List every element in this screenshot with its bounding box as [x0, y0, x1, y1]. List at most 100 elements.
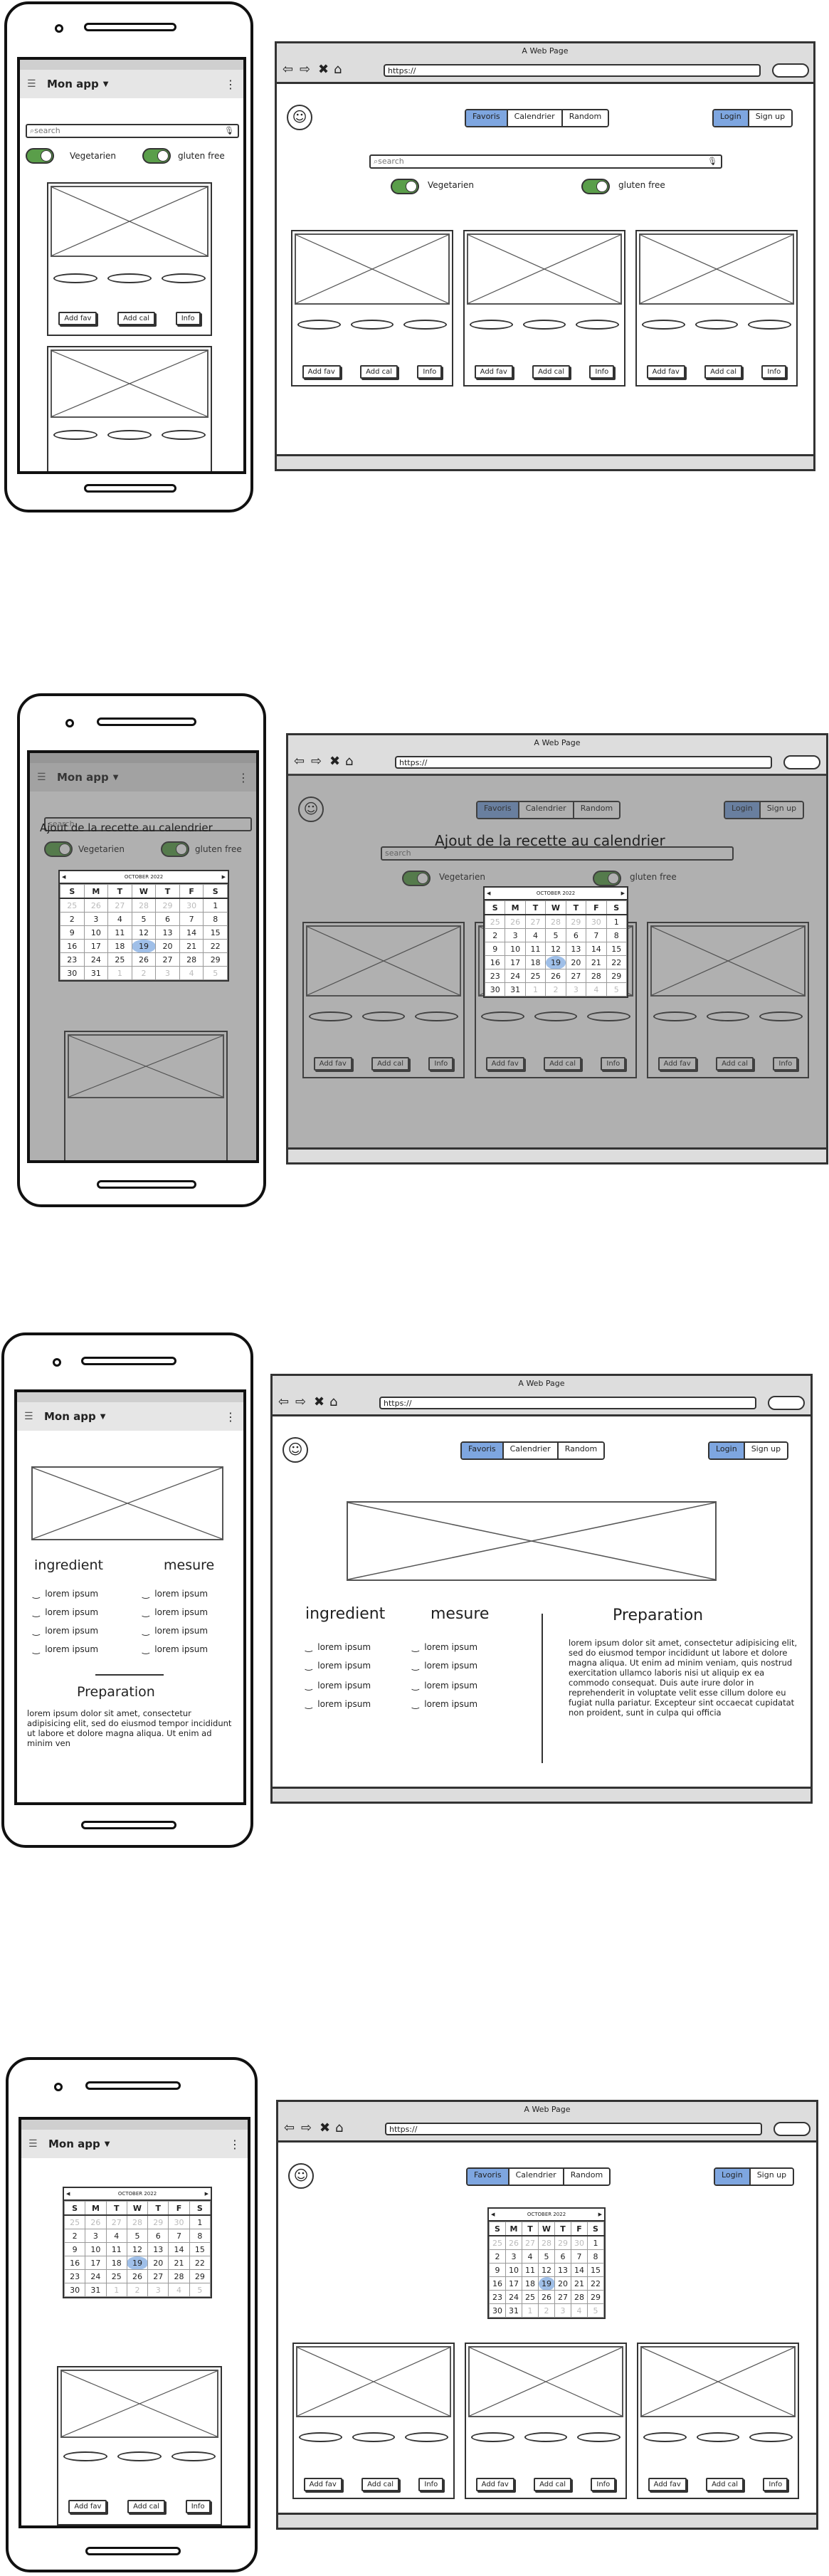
tab-favoris[interactable]: Favoris [468, 2169, 508, 2185]
calendar-day[interactable]: 25 [489, 2235, 506, 2250]
calendar-day[interactable]: 4 [571, 2303, 588, 2318]
recipe-card[interactable]: Add fav Add cal Info [292, 2343, 455, 2499]
calendar-day[interactable]: 19 [538, 2276, 555, 2291]
calendar-day[interactable]: 5 [606, 982, 628, 997]
calendar-day[interactable]: 8 [203, 912, 228, 926]
search-go-button[interactable] [773, 2122, 810, 2136]
calendar-day[interactable]: 8 [587, 2249, 604, 2264]
calendar-day[interactable]: 18 [524, 955, 546, 969]
calendar-day[interactable]: 28 [131, 898, 157, 913]
info-button[interactable]: Info [417, 365, 443, 379]
add-fav-button[interactable]: Add fav [303, 2478, 342, 2491]
next-month-icon[interactable]: ▶ [205, 2191, 208, 2197]
calendar-day[interactable]: 14 [168, 2242, 190, 2256]
calendar-day[interactable]: 28 [179, 952, 204, 967]
calendar-day[interactable]: 5 [189, 2283, 211, 2297]
stop-icon[interactable]: ✖ [314, 1395, 324, 1409]
calendar-day[interactable]: 3 [85, 2229, 107, 2243]
calendar-day[interactable]: 12 [126, 2242, 149, 2256]
calendar-day[interactable]: 6 [554, 2249, 571, 2264]
calendar-day[interactable]: 5 [131, 912, 157, 926]
calendar-day[interactable]: 8 [189, 2229, 211, 2243]
recipe-card[interactable]: Add fav Add cal Info [637, 2343, 799, 2499]
more-icon[interactable]: ⋮ [225, 1410, 236, 1424]
tab-calendrier[interactable]: Calendrier [502, 1443, 557, 1458]
login-button[interactable]: Login [709, 1443, 744, 1458]
calendar-day[interactable]: 15 [587, 2263, 604, 2277]
info-button[interactable]: Info [185, 2500, 211, 2513]
more-icon[interactable]: ⋮ [225, 78, 236, 91]
calendar-day[interactable]: 29 [587, 2290, 604, 2304]
menu-icon[interactable]: ☰ [24, 1411, 36, 1422]
home-button[interactable] [85, 2547, 181, 2555]
calendar-day[interactable]: 30 [179, 898, 204, 913]
calendar-day[interactable]: 3 [505, 2249, 522, 2264]
calendar-day[interactable]: 13 [147, 2242, 169, 2256]
calendar-day[interactable]: 16 [484, 955, 506, 969]
calendar-day[interactable]: 1 [524, 982, 546, 997]
search-input[interactable]: ⌕search 🎙 [369, 154, 722, 169]
home-icon[interactable]: ⌂ [335, 2121, 343, 2135]
calendar-day[interactable]: 27 [147, 2269, 169, 2283]
add-fav-button[interactable]: Add fav [475, 2478, 514, 2491]
calendar-day[interactable]: 26 [545, 969, 566, 983]
calendar-day[interactable]: 20 [554, 2276, 571, 2291]
info-button[interactable]: Info [175, 312, 201, 325]
calendar-day[interactable]: 24 [85, 2269, 107, 2283]
calendar-day[interactable]: 16 [63, 2256, 86, 2270]
calendar-day[interactable]: 7 [586, 928, 607, 942]
user-avatar-icon[interactable]: ☺ [288, 2163, 314, 2189]
toggle-vegetarien[interactable] [391, 179, 419, 194]
calendar-day[interactable]: 20 [147, 2256, 169, 2270]
menu-icon[interactable]: ☰ [27, 78, 38, 90]
calendar-day[interactable]: 13 [565, 942, 587, 956]
add-cal-button[interactable]: Add cal [117, 312, 156, 325]
calendar-day[interactable]: 30 [489, 2303, 506, 2318]
signup-button[interactable]: Sign up [749, 2169, 793, 2185]
back-icon[interactable]: ⇦ [278, 1395, 289, 1409]
calendar-day[interactable]: 24 [505, 2290, 522, 2304]
calendar-day[interactable]: 26 [505, 2235, 522, 2250]
calendar-day[interactable]: 28 [538, 2235, 555, 2250]
calendar-day[interactable]: 9 [484, 942, 506, 956]
calendar-day[interactable]: 22 [189, 2256, 211, 2270]
toggle-gluten-free[interactable] [581, 179, 610, 194]
calendar-day[interactable]: 26 [131, 952, 157, 967]
forward-icon[interactable]: ⇨ [300, 63, 310, 77]
home-button[interactable] [81, 1821, 176, 1829]
calendar-day[interactable]: 9 [60, 925, 85, 940]
calendar-day[interactable]: 29 [189, 2269, 211, 2283]
calendar-day[interactable]: 30 [586, 914, 607, 929]
recipe-card[interactable]: Add fav Add cal Info [465, 2343, 627, 2499]
tab-calendrier[interactable]: Calendrier [506, 110, 561, 126]
url-bar[interactable]: https:// [385, 2123, 762, 2135]
toggle-gluten-free[interactable] [142, 148, 171, 164]
calendar-day[interactable]: 16 [489, 2276, 506, 2291]
calendar-day[interactable]: 4 [179, 966, 204, 980]
calendar-day[interactable]: 28 [126, 2214, 149, 2229]
home-icon[interactable]: ⌂ [345, 755, 353, 769]
tab-random[interactable]: Random [556, 1443, 604, 1458]
login-button[interactable]: Login [714, 110, 748, 126]
calendar-day[interactable]: 17 [505, 955, 526, 969]
calendar-day[interactable]: 7 [179, 912, 204, 926]
calendar-day[interactable]: 1 [587, 2235, 604, 2250]
url-bar[interactable]: https:// [379, 1397, 756, 1409]
calendar-day[interactable]: 15 [189, 2242, 211, 2256]
calendar-day[interactable]: 24 [83, 952, 109, 967]
calendar-day[interactable]: 7 [571, 2249, 588, 2264]
calendar-day[interactable]: 22 [203, 939, 228, 953]
calendar-day[interactable]: 21 [179, 939, 204, 953]
calendar-day[interactable]: 27 [155, 952, 180, 967]
user-avatar-icon[interactable]: ☺ [287, 105, 312, 130]
tab-random[interactable]: Random [561, 110, 608, 126]
calendar-day[interactable]: 23 [63, 2269, 86, 2283]
microphone-icon[interactable]: 🎙 [707, 156, 717, 167]
calendar-day[interactable]: 17 [505, 2276, 522, 2291]
calendar-day[interactable]: 10 [85, 2242, 107, 2256]
info-button[interactable]: Info [589, 365, 615, 379]
calendar-day[interactable]: 30 [484, 982, 506, 997]
recipe-card[interactable]: Add fav Add cal Info [47, 182, 212, 336]
forward-icon[interactable]: ⇨ [311, 755, 322, 769]
calendar-day[interactable]: 28 [168, 2269, 190, 2283]
